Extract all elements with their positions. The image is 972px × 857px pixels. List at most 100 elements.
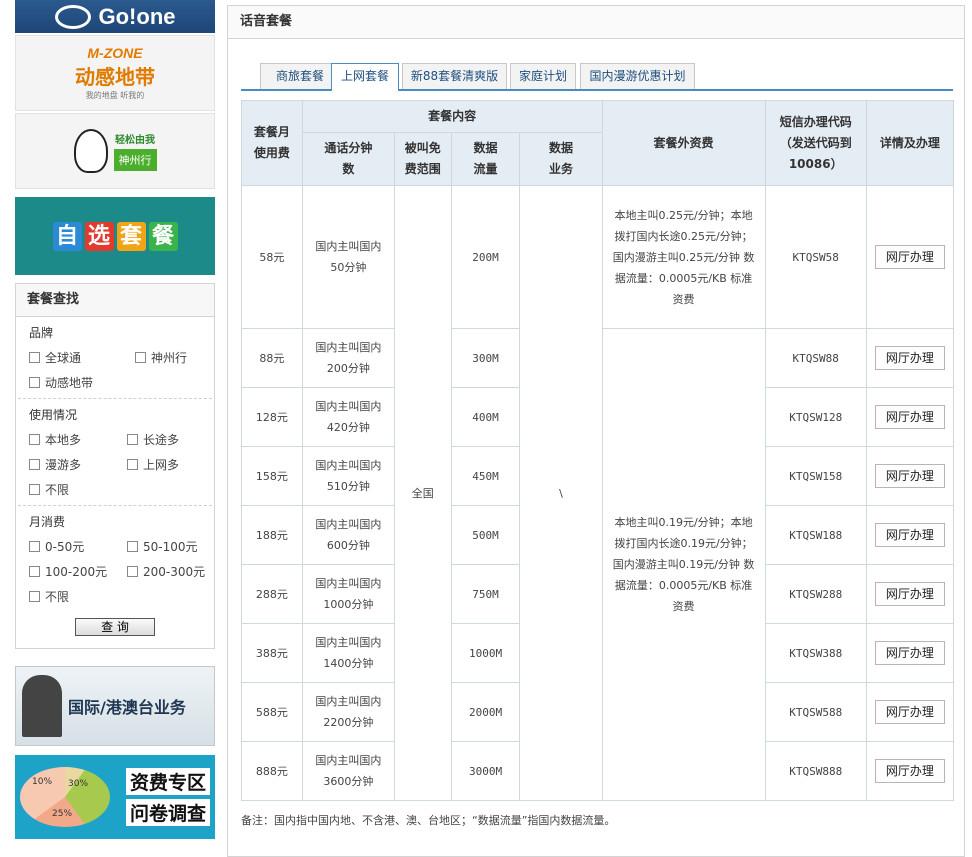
sms-code-cell: KTQSW388 [764, 623, 867, 683]
checkbox-icon[interactable] [29, 566, 40, 577]
online-hall-button[interactable]: 网厅办理 [874, 523, 945, 547]
minutes-text: 国内主叫国内420分钟 [315, 400, 382, 434]
action-cell: 网厅办理 [865, 564, 955, 624]
extra-fee-text: 本地主叫0.19元/分钟；本地拨打国内长途0.19元/分钟；国内漫游主叫0.19… [612, 516, 755, 613]
checkbox-icon[interactable] [127, 541, 138, 552]
action-cell: 网厅办理 [865, 741, 955, 801]
gotone-logo-icon [54, 4, 91, 29]
pie-label: 10% [32, 777, 53, 787]
table-row: 58元 国内主叫国内50分钟 全国 200M \ 本地主叫0.25元/分钟；本地… [241, 185, 955, 801]
minutes-cell: 国内主叫国内3600分钟 [301, 741, 395, 801]
banner-char: 餐 [148, 221, 178, 251]
online-hall-button[interactable]: 网厅办理 [874, 759, 945, 783]
tab-domestic-roaming[interactable]: 国内漫游优惠计划 [580, 63, 695, 89]
checkbox-icon[interactable] [29, 434, 40, 445]
minutes-text: 国内主叫国内600分钟 [315, 518, 382, 552]
checkbox-spend-50-100[interactable]: 50-100元 [127, 538, 198, 555]
sms-code-cell: KTQSW188 [764, 505, 867, 565]
survey-banner[interactable]: 10% 30% 25% 资费专区 问卷调查 [15, 755, 215, 839]
pie-label: 25% [52, 809, 73, 819]
header-text: 短信办理代码（发送代码到10086） [779, 114, 852, 171]
mzone-brand: M-ZONE [87, 45, 143, 61]
header-action: 详情及办理 [865, 100, 955, 186]
online-hall-button[interactable]: 网厅办理 [874, 346, 945, 370]
businessman-icon [22, 675, 62, 737]
intl-banner-text: 国际/港澳台业务 [68, 698, 186, 717]
checkbox-icon[interactable] [29, 459, 40, 470]
minutes-text: 国内主叫国内1000分钟 [315, 577, 382, 611]
filter-group-title: 月消费 [29, 515, 66, 529]
page-title: 话音套餐 [228, 6, 964, 39]
checkbox-icon[interactable] [29, 352, 40, 363]
header-text: 数据流量 [473, 141, 498, 176]
sms-code-cell: KTQSW158 [764, 446, 867, 506]
intl-business-banner[interactable]: 国际/港澳台业务 [15, 666, 215, 746]
custom-package-banner[interactable]: 自 选 套 餐 [15, 197, 215, 275]
data-flow-cell: 2000M [450, 682, 521, 742]
checkbox-label: 0-50元 [45, 540, 85, 554]
checkbox-long-distance[interactable]: 长途多 [127, 431, 179, 448]
header-text: 被叫免费范围 [404, 141, 441, 176]
minutes-text: 国内主叫国内510分钟 [315, 459, 382, 493]
action-cell: 网厅办理 [865, 185, 955, 329]
filter-group-title: 使用情况 [29, 408, 78, 422]
header-data-service: 数据业务 [519, 132, 603, 186]
checkbox-icon[interactable] [127, 566, 138, 577]
mzone-title: 动感地带 [75, 65, 155, 89]
checkbox-spend-100-200[interactable]: 100-200元 [29, 563, 127, 580]
tab-family-plan[interactable]: 家庭计划 [510, 63, 576, 89]
checkbox-dongganddidai[interactable]: 动感地带 [29, 374, 93, 391]
checkbox-icon[interactable] [127, 459, 138, 470]
checkbox-roaming[interactable]: 漫游多 [29, 456, 127, 473]
checkbox-icon[interactable] [29, 591, 40, 602]
mzone-banner[interactable]: M-ZONE 动感地带 我的地盘 听我的 [15, 35, 215, 111]
checkbox-local[interactable]: 本地多 [29, 431, 127, 448]
online-hall-button[interactable]: 网厅办理 [874, 464, 945, 488]
header-text: 套餐月使用费 [253, 125, 290, 160]
sidebar: Go!one M-ZONE 动感地带 我的地盘 听我的 轻松由我 神州行 自 选… [15, 0, 215, 839]
action-cell: 网厅办理 [865, 446, 955, 506]
search-panel-title: 套餐查找 [16, 284, 214, 317]
checkbox-usage-any[interactable]: 不限 [29, 481, 69, 498]
minutes-text: 国内主叫国内2200分钟 [315, 695, 382, 729]
filter-group-brand: 品牌 全球通 神州行 动感地带 [18, 317, 212, 399]
tab-new88[interactable]: 新88套餐清爽版 [402, 63, 507, 89]
package-search-panel: 套餐查找 品牌 全球通 神州行 动感地带 使用情况 本地多 长途多 漫游多 上网… [15, 283, 215, 649]
online-hall-button[interactable]: 网厅办理 [874, 641, 945, 665]
checkbox-label: 不限 [45, 590, 70, 604]
online-hall-button[interactable]: 网厅办理 [874, 582, 945, 606]
szx-banner[interactable]: 轻松由我 神州行 [15, 113, 215, 189]
checkbox-spend-0-50[interactable]: 0-50元 [29, 538, 127, 555]
fee-cell: 888元 [241, 741, 303, 801]
checkbox-label: 本地多 [45, 433, 82, 447]
gotone-label: Go!one [98, 3, 176, 29]
tab-business-travel[interactable]: 商旅套餐 [260, 63, 340, 89]
online-hall-button[interactable]: 网厅办理 [874, 245, 945, 269]
minutes-cell: 国内主叫国内1400分钟 [301, 623, 395, 683]
checkbox-icon[interactable] [29, 377, 40, 388]
minutes-text: 国内主叫国内3600分钟 [315, 754, 382, 788]
tab-internet[interactable]: 上网套餐 [331, 63, 399, 91]
minutes-cell: 国内主叫国内600分钟 [301, 505, 395, 565]
package-tabs: 商旅套餐 上网套餐 新88套餐清爽版 家庭计划 国内漫游优惠计划 [241, 63, 953, 91]
sms-code-cell: KTQSW88 [764, 328, 867, 388]
checkbox-spend-any[interactable]: 不限 [29, 588, 69, 605]
extra-fee-cell: 本地主叫0.25元/分钟；本地拨打国内长途0.25元/分钟；国内漫游主叫0.25… [601, 185, 766, 329]
online-hall-button[interactable]: 网厅办理 [874, 700, 945, 724]
checkbox-icon[interactable] [135, 352, 146, 363]
minutes-cell: 国内主叫国内2200分钟 [301, 682, 395, 742]
checkbox-internet[interactable]: 上网多 [127, 456, 179, 473]
online-hall-button[interactable]: 网厅办理 [874, 405, 945, 429]
minutes-cell: 国内主叫国内200分钟 [301, 328, 395, 388]
survey-line2: 问卷调查 [126, 799, 211, 826]
checkbox-spend-200-300[interactable]: 200-300元 [127, 563, 205, 580]
checkbox-icon[interactable] [127, 434, 138, 445]
checkbox-icon[interactable] [29, 484, 40, 495]
search-button[interactable]: 查 询 [75, 618, 155, 636]
checkbox-shenzhouxing[interactable]: 神州行 [135, 349, 187, 366]
extra-fee-text: 本地主叫0.25元/分钟；本地拨打国内长途0.25元/分钟；国内漫游主叫0.25… [612, 208, 755, 306]
gotone-banner[interactable]: Go!one [15, 0, 215, 33]
checkbox-icon[interactable] [29, 541, 40, 552]
checkbox-label: 全球通 [45, 351, 82, 365]
checkbox-quanqiutong[interactable]: 全球通 [29, 349, 135, 366]
